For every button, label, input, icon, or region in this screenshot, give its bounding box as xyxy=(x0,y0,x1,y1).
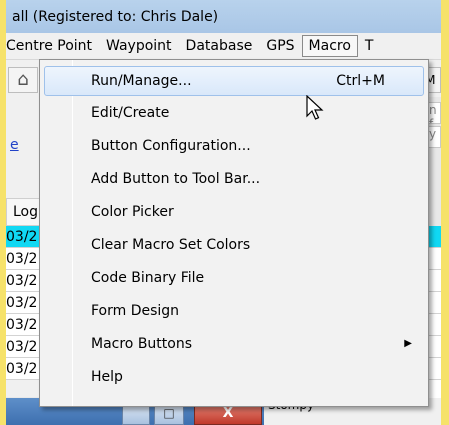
menu-item-label: Macro Buttons xyxy=(91,336,193,352)
right-field-1[interactable]: n f xyxy=(428,102,441,124)
submenu-arrow-icon: ▶ xyxy=(404,338,412,349)
menu-centre-point[interactable]: Centre Point xyxy=(6,35,99,57)
grid-row xyxy=(428,292,441,314)
menu-item-code-binary-file[interactable]: Code Binary File xyxy=(44,263,424,293)
menu-item-label: Edit/Create xyxy=(91,105,170,121)
grid-row xyxy=(428,336,441,358)
menu-item-label: Form Design xyxy=(91,303,180,319)
menu-item-add-button-toolbar[interactable]: Add Button to Tool Bar... xyxy=(44,164,424,194)
window-frame-right xyxy=(441,0,449,425)
menu-database[interactable]: Database xyxy=(179,35,260,57)
title-bar: all (Registered to: Chris Dale) xyxy=(6,0,441,33)
grid-row xyxy=(428,358,441,380)
menu-item-label: Help xyxy=(91,369,123,385)
menu-item-label: Color Picker xyxy=(91,204,174,220)
window-title: all (Registered to: Chris Dale) xyxy=(12,8,219,25)
macro-dropdown-menu: Run/Manage... Ctrl+M Edit/Create Button … xyxy=(39,59,429,407)
menu-item-macro-buttons[interactable]: Macro Buttons ▶ xyxy=(44,329,424,359)
menu-t[interactable]: T xyxy=(358,35,381,57)
grid-row xyxy=(428,270,441,292)
menu-item-label: Code Binary File xyxy=(91,270,205,286)
grid-row xyxy=(428,226,441,248)
grid-row xyxy=(428,248,441,270)
home-icon[interactable]: ⌂ xyxy=(8,67,38,93)
menu-bar: Centre Point Waypoint Database GPS Macro… xyxy=(6,33,441,59)
menu-item-label: Button Configuration... xyxy=(91,138,251,154)
menu-item-button-configuration[interactable]: Button Configuration... xyxy=(44,131,424,161)
menu-item-label: Run/Manage... xyxy=(91,73,192,89)
menu-item-clear-macro-set-colors[interactable]: Clear Macro Set Colors xyxy=(44,230,424,260)
right-grid xyxy=(428,226,441,398)
menu-item-help[interactable]: Help xyxy=(44,362,424,392)
mouse-pointer-icon xyxy=(306,95,324,120)
shortcut-label: Ctrl+M xyxy=(336,73,385,89)
menu-item-color-picker[interactable]: Color Picker xyxy=(44,197,424,227)
grid-row xyxy=(428,314,441,336)
menu-item-label: Clear Macro Set Colors xyxy=(91,237,251,253)
right-field-2[interactable]: y xyxy=(428,126,441,148)
menu-item-edit-create[interactable]: Edit/Create xyxy=(44,98,424,128)
menu-item-run-manage[interactable]: Run/Manage... Ctrl+M xyxy=(44,66,424,96)
menu-macro[interactable]: Macro xyxy=(301,35,358,57)
menu-item-label: Add Button to Tool Bar... xyxy=(91,171,261,187)
menu-waypoint[interactable]: Waypoint xyxy=(99,35,179,57)
menu-gps[interactable]: GPS xyxy=(259,35,301,57)
panel-link[interactable]: e xyxy=(10,137,19,153)
menu-item-form-design[interactable]: Form Design xyxy=(44,296,424,326)
